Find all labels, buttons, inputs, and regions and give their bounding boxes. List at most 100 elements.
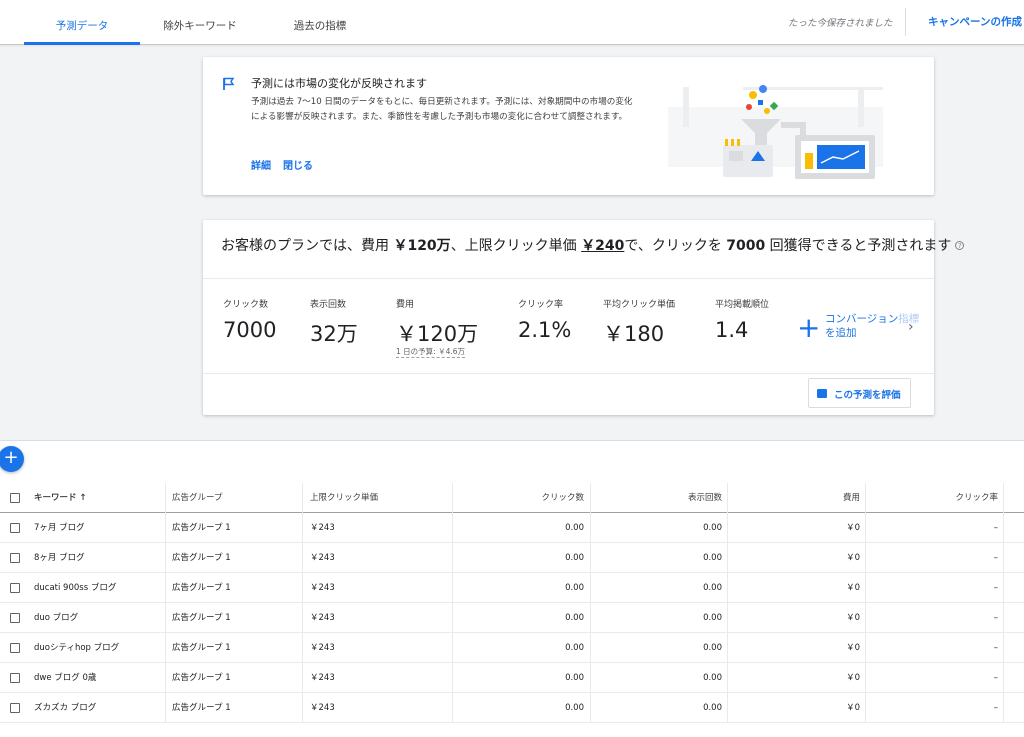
details-link[interactable]: 詳細 <box>251 157 271 172</box>
cell-keyword[interactable]: dwe ブログ 0歳 <box>34 663 159 693</box>
divider <box>452 573 453 603</box>
metric-label: 平均クリック単価 <box>603 300 676 310</box>
metric-value: 2.1% <box>518 318 572 342</box>
metric-impressions: 表示回数 32万 <box>310 297 358 348</box>
cell-cost: ￥0 <box>846 703 860 713</box>
metric-cost: 費用 ￥120万 <box>396 297 478 348</box>
header-impressions[interactable]: 表示回数 <box>596 483 722 513</box>
cell-max-cpc[interactable]: ￥243 <box>310 513 440 543</box>
divider <box>1003 513 1004 543</box>
divider <box>302 663 303 693</box>
header-clicks[interactable]: クリック数 <box>460 483 584 513</box>
cell-ad-group: 広告グループ 1 <box>172 613 231 623</box>
rate-forecast-button[interactable]: この予測を評価 <box>808 378 911 408</box>
cell-impressions: 0.00 <box>703 613 722 623</box>
row-checkbox[interactable] <box>10 523 20 533</box>
close-link[interactable]: 閉じる <box>283 157 313 172</box>
divider <box>1003 693 1004 723</box>
divider <box>865 663 866 693</box>
table-row[interactable]: duo ブログ 広告グループ 1 ￥243 0.00 0.00 ￥0 – <box>0 603 1024 633</box>
cell-clicks: 0.00 <box>565 643 584 653</box>
divider <box>590 603 591 633</box>
help-icon[interactable]: ? <box>955 241 965 250</box>
cell-max-cpc[interactable]: ￥243 <box>310 693 440 723</box>
chevron-right-icon[interactable]: › <box>908 319 914 335</box>
cell-clicks: 0.00 <box>565 703 584 713</box>
row-checkbox[interactable] <box>10 553 20 563</box>
row-checkbox[interactable] <box>10 673 20 683</box>
divider <box>302 573 303 603</box>
divider <box>590 483 591 513</box>
cell-ad-group: 広告グループ 1 <box>172 703 231 713</box>
cell-max-cpc[interactable]: ￥243 <box>310 663 440 693</box>
cell-keyword[interactable]: ducati 900ss ブログ <box>34 573 159 603</box>
header-ctr[interactable]: クリック率 <box>870 483 998 513</box>
header-max-cpc[interactable]: 上限クリック単価 <box>310 483 440 513</box>
divider <box>452 693 453 723</box>
cell-max-cpc[interactable]: ￥243 <box>310 573 440 603</box>
metric-label: 表示回数 <box>310 300 347 310</box>
plan-max-cpc-link[interactable]: ￥240 <box>581 238 624 254</box>
tab-historical-metrics[interactable]: 過去の指標 <box>276 0 364 45</box>
cell-max-cpc[interactable]: ￥243 <box>310 543 440 573</box>
divider <box>865 633 866 663</box>
divider <box>165 603 166 633</box>
cell-ctr: – <box>993 523 998 533</box>
select-all-checkbox[interactable] <box>10 493 20 503</box>
divider <box>165 543 166 573</box>
create-campaign-button[interactable]: キャンペーンの作成 <box>928 14 1022 29</box>
cell-cost: ￥0 <box>846 553 860 563</box>
divider <box>727 483 728 513</box>
divider <box>865 483 866 513</box>
cell-ctr: – <box>993 613 998 623</box>
rate-forecast-label: この予測を評価 <box>834 390 901 401</box>
table-row[interactable]: duoシティhop ブログ 広告グループ 1 ￥243 0.00 0.00 ￥0… <box>0 633 1024 663</box>
divider <box>165 573 166 603</box>
cell-ad-group: 広告グループ 1 <box>172 673 231 683</box>
divider <box>1003 483 1004 513</box>
row-checkbox[interactable] <box>10 613 20 623</box>
cell-ctr: – <box>993 553 998 563</box>
cell-keyword[interactable]: 7ヶ月 ブログ <box>34 513 159 543</box>
metric-avg-cpc: 平均クリック単価 ￥180 <box>603 297 675 348</box>
divider <box>302 633 303 663</box>
header-cost[interactable]: 費用 <box>732 483 860 513</box>
cell-max-cpc[interactable]: ￥243 <box>310 603 440 633</box>
cell-impressions: 0.00 <box>703 703 722 713</box>
divider <box>302 483 303 513</box>
table-row[interactable]: 7ヶ月 ブログ 広告グループ 1 ￥243 0.00 0.00 ￥0 – <box>0 513 1024 543</box>
divider <box>727 573 728 603</box>
table-row[interactable]: 8ヶ月 ブログ 広告グループ 1 ￥243 0.00 0.00 ￥0 – <box>0 543 1024 573</box>
row-checkbox[interactable] <box>10 703 20 713</box>
flag-icon <box>223 77 235 90</box>
cell-keyword[interactable]: ズカズカ ブログ <box>34 693 159 723</box>
row-checkbox[interactable] <box>10 643 20 653</box>
cell-keyword[interactable]: duoシティhop ブログ <box>34 633 159 663</box>
cell-impressions: 0.00 <box>703 673 722 683</box>
table-row[interactable]: ducati 900ss ブログ 広告グループ 1 ￥243 0.00 0.00… <box>0 573 1024 603</box>
add-conversion-metric-button[interactable]: コンバージョン指標 を追加 <box>825 312 919 340</box>
plus-icon[interactable]: + <box>797 314 820 342</box>
cell-max-cpc[interactable]: ￥243 <box>310 633 440 663</box>
row-checkbox[interactable] <box>10 583 20 593</box>
cell-ctr: – <box>993 673 998 683</box>
header-ad-group[interactable]: 広告グループ <box>172 483 292 513</box>
tab-forecast[interactable]: 予測データ <box>24 0 140 45</box>
cell-cost: ￥0 <box>846 673 860 683</box>
cell-keyword[interactable]: 8ヶ月 ブログ <box>34 543 159 573</box>
daily-budget-note[interactable]: 1 日の予算: ￥4.6万 <box>396 346 465 358</box>
divider <box>452 543 453 573</box>
cell-cost: ￥0 <box>846 613 860 623</box>
table-row[interactable]: ズカズカ ブログ 広告グループ 1 ￥243 0.00 0.00 ￥0 – <box>0 693 1024 723</box>
divider <box>865 603 866 633</box>
divider <box>727 603 728 633</box>
plan-budget: ￥120万 <box>393 238 451 254</box>
cell-keyword[interactable]: duo ブログ <box>34 603 159 633</box>
metric-label: 費用 <box>396 300 415 310</box>
table-row[interactable]: dwe ブログ 0歳 広告グループ 1 ￥243 0.00 0.00 ￥0 – <box>0 663 1024 693</box>
tab-negative-keywords[interactable]: 除外キーワード <box>150 0 250 45</box>
divider <box>203 373 934 374</box>
header-keyword[interactable]: キーワード ↑ <box>34 483 154 513</box>
divider <box>865 543 866 573</box>
divider <box>727 633 728 663</box>
